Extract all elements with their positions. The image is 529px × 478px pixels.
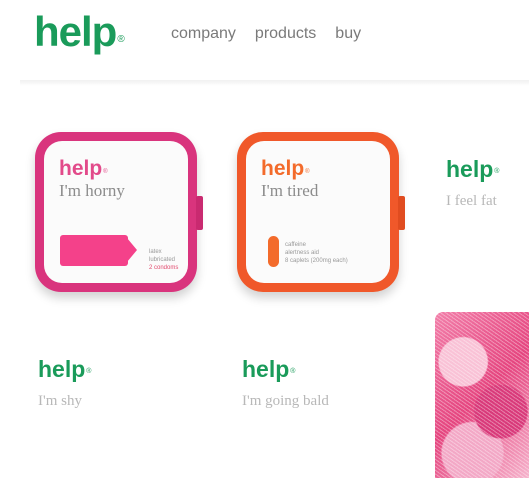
box-details: latex lubricated 2 condoms [149, 249, 179, 271]
tile-fat-brand[interactable]: help® [446, 156, 499, 182]
nav-buy[interactable]: buy [335, 24, 361, 44]
box-brand: help® [261, 157, 310, 180]
product-tired-box[interactable]: help® I'm tired caffeine alertness aid 8… [237, 132, 405, 292]
condom-icon [60, 235, 137, 266]
main-nav: company products buy [171, 24, 380, 44]
tile-shy-phrase[interactable]: I'm shy [38, 392, 82, 410]
box-details: caffeine alertness aid 8 caplets (200mg … [285, 242, 348, 264]
nav-company[interactable]: company [171, 24, 236, 44]
box-face: help® I'm tired caffeine alertness aid 8… [246, 141, 390, 283]
product-horny-box[interactable]: help® I'm horny latex lubricated 2 condo… [35, 132, 203, 292]
box-phrase: I'm tired [261, 181, 319, 200]
box-brand: help® [59, 157, 108, 180]
box-phrase: I'm horny [59, 181, 125, 200]
box-tab [398, 196, 405, 230]
header-shadow [20, 80, 529, 86]
tile-fat-phrase[interactable]: I feel fat [446, 192, 497, 210]
box-tab [196, 196, 203, 230]
registered-mark: ® [117, 34, 124, 45]
box-face: help® I'm horny latex lubricated 2 condo… [44, 141, 188, 283]
tile-bald-brand[interactable]: help® [242, 356, 295, 382]
tile-bald-phrase[interactable]: I'm going bald [242, 392, 329, 410]
nav-products[interactable]: products [255, 24, 316, 44]
tile-shy-brand[interactable]: help® [38, 356, 91, 382]
pink-engraving-image[interactable] [435, 312, 529, 478]
site-header: help® company products buy [0, 0, 529, 82]
logo-text: help [34, 8, 117, 55]
caplet-icon [268, 236, 279, 267]
help-logo[interactable]: help® [34, 8, 125, 56]
